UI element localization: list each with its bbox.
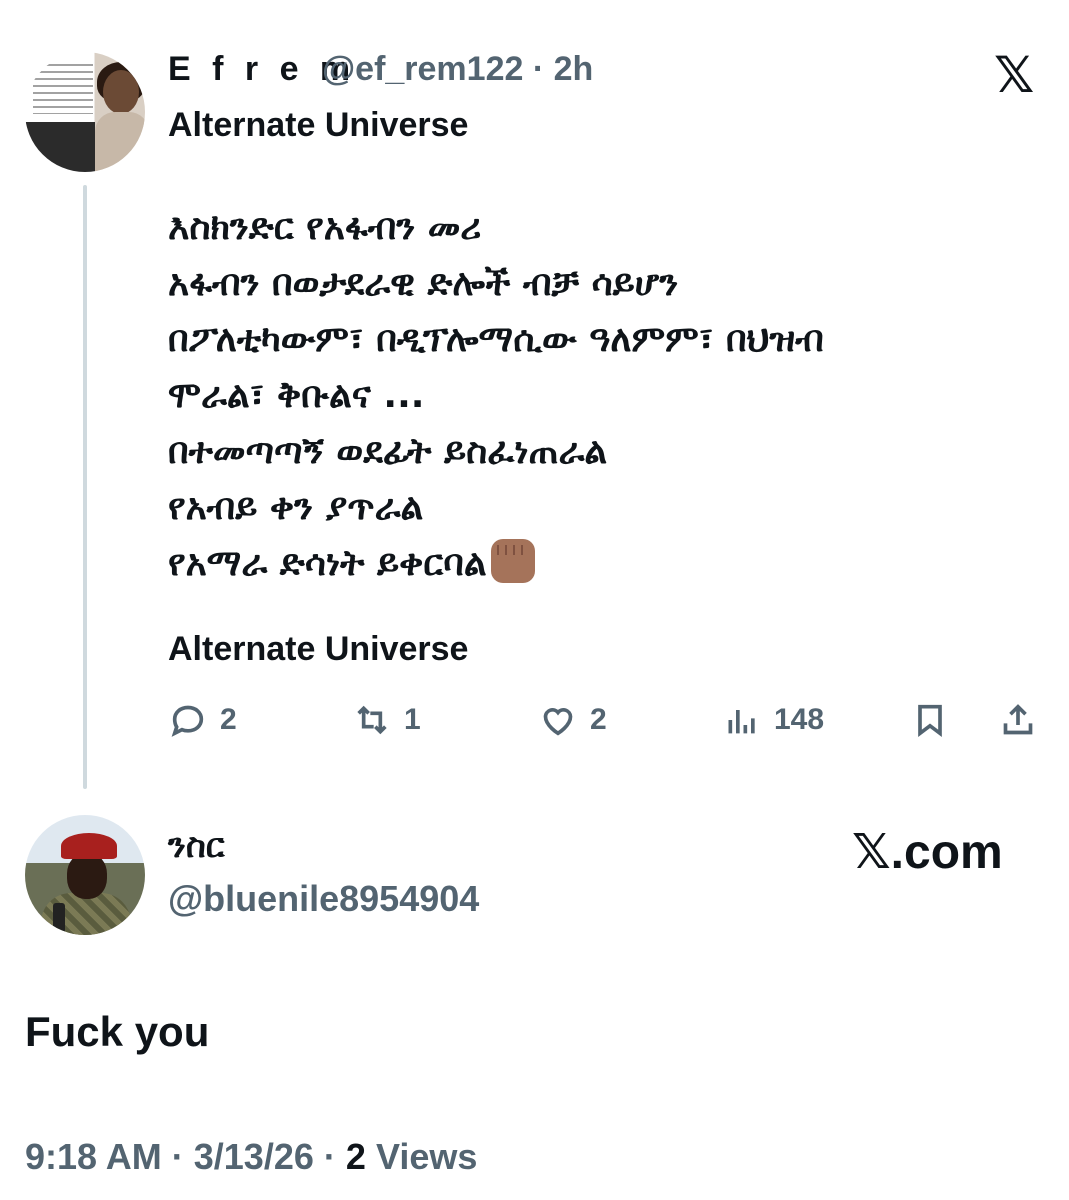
author-handle-time[interactable]: @ef_rem122 · 2h <box>322 50 593 89</box>
avatar-poster-banner <box>25 122 95 172</box>
tweet-body-line-last: የአማራ ድሳነት ይቀርባል <box>168 536 1048 592</box>
share-action[interactable] <box>998 698 1038 742</box>
separator-dot: · <box>532 50 545 88</box>
reply-text: Fuck you <box>25 1008 210 1055</box>
tweet-meta: 9:18 AM · 3/13/26 · 2 Views <box>25 1136 477 1178</box>
tweet-date[interactable]: 3/13/26 <box>194 1136 314 1177</box>
bookmark-icon <box>918 704 942 737</box>
separator-dot: · <box>171 1136 184 1177</box>
like-action[interactable]: 2 <box>538 698 607 742</box>
watermark-domain: .com <box>890 826 1003 879</box>
tweet-footer-heading: Alternate Universe <box>168 630 469 668</box>
author-handle[interactable]: @ef_rem122 <box>322 50 523 88</box>
reply-action[interactable]: 2 <box>168 698 237 742</box>
views-action[interactable]: 148 <box>722 698 824 742</box>
reply-count: 2 <box>220 703 237 736</box>
avatar-nisir[interactable] <box>25 815 145 935</box>
raised-fist-emoji-icon <box>490 539 535 583</box>
separator-dot: · <box>323 1136 336 1177</box>
x-logo-icon: 𝕏 <box>994 46 1035 104</box>
views-count: 148 <box>774 703 825 736</box>
tweet-body-line: በፖለቲካውም፣ በዲፕሎማሲው ዓለምም፣ በህዝብ <box>168 319 824 360</box>
tweet-body-line: እስክንድር የአፋብን መሪ <box>168 207 482 248</box>
retweet-action[interactable]: 1 <box>352 698 421 742</box>
tweet-body-line: አፋብን በወታደራዊ ድሎች ብቻ ሳይሆን <box>168 263 679 304</box>
bookmark-action[interactable] <box>910 698 950 742</box>
retweet-icon <box>357 705 387 735</box>
avatar-efrem[interactable] <box>25 52 145 172</box>
heart-icon <box>543 708 573 736</box>
tweet-body-line: ሞራል፣ ቅቡልና ... <box>168 375 425 416</box>
views-number: 2 <box>345 1136 366 1177</box>
retweet-count: 1 <box>404 703 421 736</box>
x-logo-icon: 𝕏 <box>852 824 891 880</box>
tweet-body-line: በተመጣጣኝ ወደፊት ይስፈነጠራል <box>168 431 608 472</box>
time-ago[interactable]: 2h <box>554 50 594 88</box>
reply-bubble-icon <box>171 705 204 737</box>
share-upload-icon <box>1003 704 1033 735</box>
like-count: 2 <box>590 703 607 736</box>
tweet-body-line: የአብይ ቀን ያጥራል <box>168 487 424 528</box>
reply-author-name[interactable]: ንስር <box>168 826 225 866</box>
avatar-face <box>103 70 139 114</box>
x-com-watermark: 𝕏.com <box>852 824 1003 880</box>
avatar-body <box>95 112 145 172</box>
tweet-heading: Alternate Universe <box>168 106 469 144</box>
avatar-beret <box>61 833 117 859</box>
tweet-body: እስክንድር የአፋብን መሪ አፋብን በወታደራዊ ድሎች ብቻ ሳይሆን … <box>168 200 1048 592</box>
views-label: Views <box>375 1136 478 1177</box>
reply-author-handle[interactable]: @bluenile8954904 <box>168 878 479 920</box>
analytics-bars-icon <box>728 710 755 734</box>
tweet-time[interactable]: 9:18 AM <box>25 1136 162 1177</box>
avatar-microphone <box>53 903 65 933</box>
avatar-poster-text <box>33 64 93 114</box>
avatar-face <box>67 853 107 899</box>
tweet-body-line-text: የአማራ ድሳነት ይቀርባል <box>168 543 487 584</box>
thread-connector-line <box>83 185 87 789</box>
